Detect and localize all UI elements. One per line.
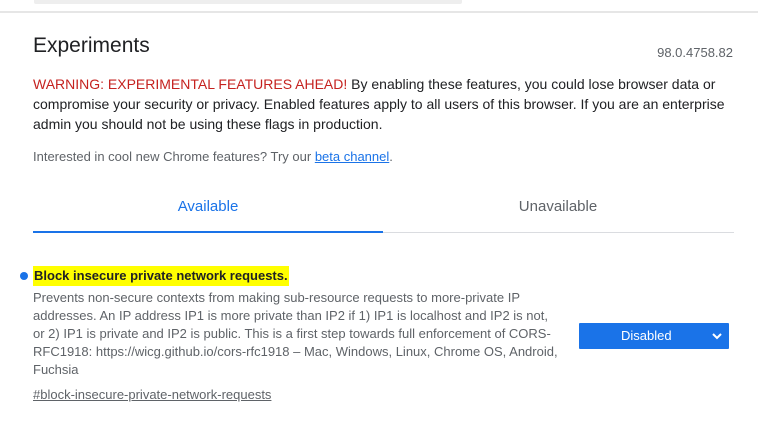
tab-unavailable[interactable]: Unavailable [383, 186, 733, 230]
experiment-state-select[interactable]: Disabled [579, 323, 729, 349]
warning-message: WARNING: EXPERIMENTAL FEATURES AHEAD! By… [33, 74, 733, 134]
tab-bar: Available Unavailable [33, 186, 734, 233]
warning-lead: WARNING: EXPERIMENTAL FEATURES AHEAD! [33, 76, 348, 92]
page-title: Experiments [33, 34, 150, 57]
intro-trailing: . [389, 149, 393, 164]
intro-text: Interested in cool new Chrome features? … [33, 148, 393, 166]
tab-selected-indicator [33, 231, 383, 233]
chevron-down-icon [712, 333, 722, 340]
dot-icon [20, 272, 28, 280]
version-label: 98.0.4758.82 [657, 45, 733, 60]
intro-label: Interested in cool new Chrome features? … [33, 149, 315, 164]
search-bar[interactable] [34, 0, 462, 4]
beta-channel-link[interactable]: beta channel [315, 149, 389, 164]
experiment-state-value: Disabled [621, 328, 672, 343]
experiment-permalink[interactable]: #block-insecure-private-network-requests [33, 386, 271, 404]
experiment-item: Block insecure private network requests.… [20, 264, 740, 414]
experiment-name: Block insecure private network requests. [33, 266, 289, 286]
flags-page: Experiments 98.0.4758.82 WARNING: EXPERI… [0, 0, 758, 423]
tab-available[interactable]: Available [33, 186, 383, 230]
header-divider [0, 11, 758, 13]
experiment-description: Prevents non-secure contexts from making… [33, 290, 558, 377]
